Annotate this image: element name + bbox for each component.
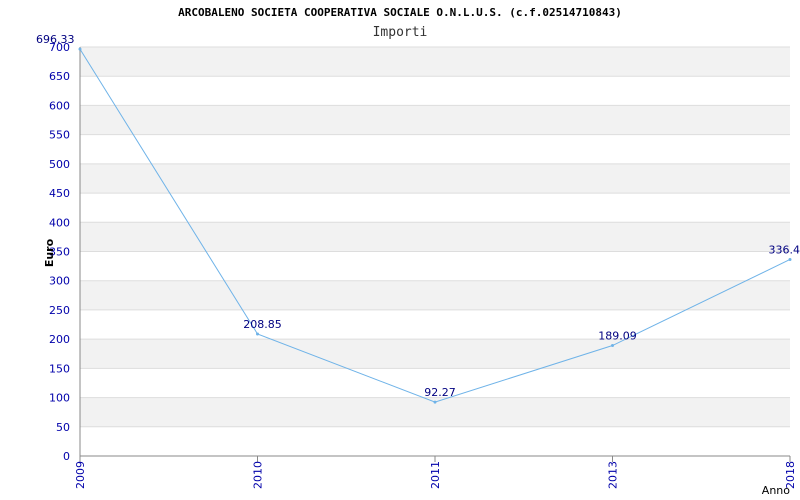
x-tick-label: 2011 (429, 461, 442, 489)
y-tick-label: 400 (49, 216, 70, 229)
chart: ARCOBALENO SOCIETA COOPERATIVA SOCIALE O… (0, 0, 800, 500)
y-tick-label: 150 (49, 362, 70, 375)
y-tick-label: 650 (49, 70, 70, 83)
data-label: 208.85 (243, 318, 282, 331)
x-tick-label: 2010 (252, 461, 265, 489)
plot-area: 0501001502002503003504004505005506006507… (36, 33, 800, 497)
y-tick-label: 0 (63, 450, 70, 463)
y-tick-label: 300 (49, 275, 70, 288)
data-point (78, 47, 82, 51)
y-tick-label: 200 (49, 333, 70, 346)
grid-band (80, 47, 790, 77)
x-tick-label: 2009 (74, 461, 87, 489)
data-label: 336.4 (769, 243, 800, 256)
x-axis-label: Anno (762, 484, 790, 497)
y-tick-label: 100 (49, 392, 70, 405)
data-label: 189.09 (598, 330, 637, 343)
x-tick-label: 2013 (607, 461, 620, 489)
grid-band (80, 105, 790, 135)
data-point (788, 257, 792, 261)
grid-band (80, 222, 790, 252)
y-tick-label: 600 (49, 99, 70, 112)
grid-band (80, 280, 790, 310)
y-tick-label: 250 (49, 304, 70, 317)
data-label: 696.33 (36, 33, 75, 46)
data-point (433, 400, 437, 404)
y-tick-label: 500 (49, 158, 70, 171)
data-point (611, 344, 614, 348)
y-tick-label: 50 (56, 421, 70, 434)
y-tick-label: 550 (49, 129, 70, 142)
y-tick-label: 450 (49, 187, 70, 200)
grid-band (80, 339, 790, 369)
data-point (256, 332, 259, 336)
grid-band (80, 163, 790, 194)
data-label: 92.27 (424, 386, 456, 399)
y-axis-label: Euro (43, 238, 56, 267)
